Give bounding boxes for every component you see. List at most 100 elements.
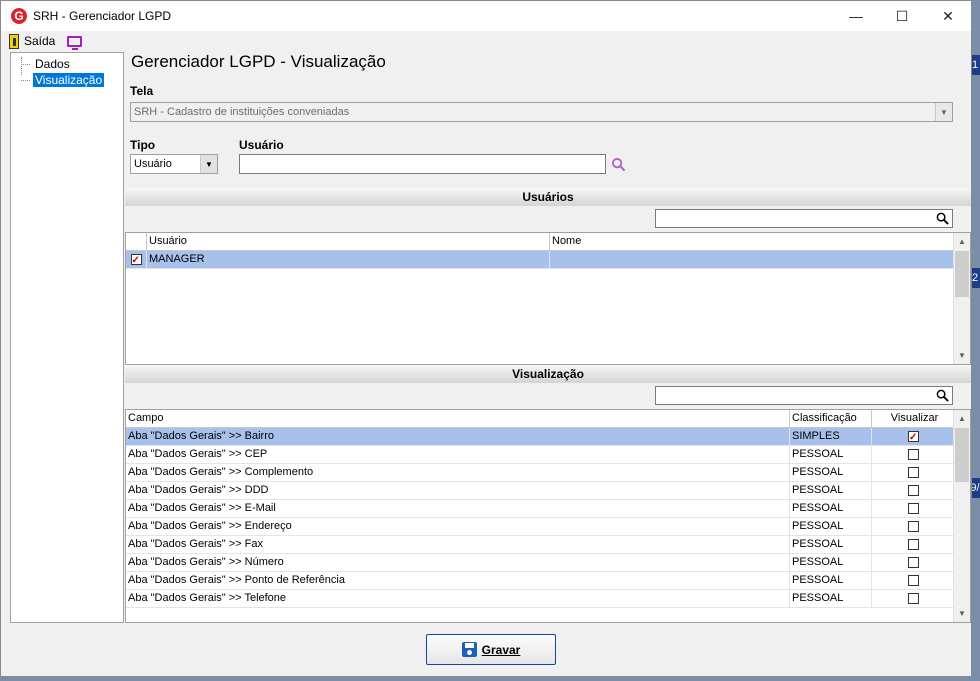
cell-visualizar[interactable] — [872, 590, 955, 607]
visualizar-checkbox[interactable] — [908, 574, 919, 586]
cell-visualizar[interactable] — [872, 482, 955, 499]
tree-item-label: Visualização — [33, 73, 105, 87]
cell-visualizar[interactable] — [872, 500, 955, 517]
cell-classificacao: PESSOAL — [790, 482, 872, 499]
table-row[interactable]: MANAGER — [126, 251, 955, 269]
row-checkbox-cell[interactable] — [126, 251, 147, 268]
visualizar-checkbox[interactable] — [908, 556, 919, 568]
cell-usuario: MANAGER — [147, 251, 550, 268]
cell-campo: Aba "Dados Gerais" >> Endereço — [126, 518, 790, 535]
tipo-select[interactable]: Usuário ▼ — [130, 154, 218, 174]
search-icon — [936, 389, 949, 402]
row-checkbox[interactable] — [130, 252, 142, 268]
exit-door-icon[interactable] — [9, 33, 19, 49]
tela-select-value: SRH - Cadastro de instituições conveniad… — [134, 106, 350, 118]
tela-select[interactable]: SRH - Cadastro de instituições conveniad… — [130, 102, 953, 122]
table-row[interactable]: Aba "Dados Gerais" >> Complemento PESSOAL — [126, 464, 955, 482]
usuarios-filter-input[interactable] — [655, 209, 953, 228]
usuarios-grid-header: Usuário Nome — [126, 233, 970, 251]
column-header-nome[interactable]: Nome — [550, 233, 955, 250]
window-title: SRH - Gerenciador LGPD — [33, 9, 172, 23]
main-panel: Gerenciador LGPD - Visualização Tela SRH… — [125, 52, 971, 623]
cell-visualizar[interactable] — [872, 554, 955, 571]
cell-classificacao: PESSOAL — [790, 554, 872, 571]
cell-visualizar[interactable] — [872, 536, 955, 553]
select-column-header — [126, 233, 147, 250]
usuario-input[interactable] — [239, 154, 606, 174]
tela-label: Tela — [130, 84, 154, 98]
scrollbar-thumb[interactable] — [955, 428, 969, 482]
scrollbar-thumb[interactable] — [955, 251, 969, 297]
scroll-up-arrow-icon[interactable]: ▲ — [954, 410, 970, 427]
visualizar-checkbox[interactable] — [908, 484, 919, 496]
visualizar-checkbox[interactable] — [908, 429, 919, 445]
cell-classificacao: PESSOAL — [790, 590, 872, 607]
column-header-campo[interactable]: Campo — [126, 410, 790, 427]
monitor-icon[interactable] — [67, 35, 83, 50]
cell-classificacao: PESSOAL — [790, 446, 872, 463]
usuarios-scrollbar[interactable]: ▲ ▼ — [953, 233, 970, 364]
tipo-label: Tipo — [130, 138, 156, 152]
cell-campo: Aba "Dados Gerais" >> Bairro — [126, 428, 790, 445]
scroll-down-arrow-icon[interactable]: ▼ — [954, 605, 970, 622]
cell-campo: Aba "Dados Gerais" >> Número — [126, 554, 790, 571]
visualizar-checkbox[interactable] — [908, 538, 919, 550]
scroll-down-arrow-icon[interactable]: ▼ — [954, 347, 970, 364]
visualizar-checkbox[interactable] — [908, 592, 919, 604]
visualizar-checkbox[interactable] — [908, 466, 919, 478]
column-header-visualizar[interactable]: Visualizar — [872, 410, 955, 427]
close-button[interactable]: ✕ — [925, 1, 971, 31]
tree-item-label: Dados — [35, 57, 70, 71]
visualizar-checkbox[interactable] — [908, 448, 919, 460]
column-header-usuario[interactable]: Usuário — [147, 233, 550, 250]
cell-visualizar[interactable] — [872, 572, 955, 589]
tree-item-dados[interactable]: Dados — [11, 56, 123, 72]
page-title: Gerenciador LGPD - Visualização — [131, 52, 386, 71]
cell-visualizar[interactable] — [872, 446, 955, 463]
cell-visualizar[interactable] — [872, 464, 955, 481]
cell-classificacao: PESSOAL — [790, 500, 872, 517]
table-row[interactable]: Aba "Dados Gerais" >> Ponto de Referênci… — [126, 572, 955, 590]
cell-campo: Aba "Dados Gerais" >> CEP — [126, 446, 790, 463]
navigation-tree: Dados Visualização — [10, 52, 124, 623]
cell-classificacao: PESSOAL — [790, 572, 872, 589]
save-button-label: Gravar — [481, 642, 521, 657]
visualizacao-section-header: Visualização — [125, 365, 971, 383]
table-row[interactable]: Aba "Dados Gerais" >> Bairro SIMPLES — [126, 428, 955, 446]
save-disk-icon — [461, 642, 477, 657]
cell-visualizar[interactable] — [872, 518, 955, 535]
visualizacao-scrollbar[interactable]: ▲ ▼ — [953, 410, 970, 622]
visualizacao-filter-input[interactable] — [655, 386, 953, 405]
cell-classificacao: PESSOAL — [790, 518, 872, 535]
cell-classificacao: PESSOAL — [790, 464, 872, 481]
visualizar-checkbox[interactable] — [908, 502, 919, 514]
cell-campo: Aba "Dados Gerais" >> Fax — [126, 536, 790, 553]
table-row[interactable]: Aba "Dados Gerais" >> Número PESSOAL — [126, 554, 955, 572]
exit-button[interactable]: Saída — [24, 34, 55, 48]
table-row[interactable]: Aba "Dados Gerais" >> DDD PESSOAL — [126, 482, 955, 500]
table-row[interactable]: Aba "Dados Gerais" >> Fax PESSOAL — [126, 536, 955, 554]
table-row[interactable]: Aba "Dados Gerais" >> Endereço PESSOAL — [126, 518, 955, 536]
cell-campo: Aba "Dados Gerais" >> Telefone — [126, 590, 790, 607]
scroll-up-arrow-icon[interactable]: ▲ — [954, 233, 970, 250]
search-icon[interactable] — [611, 157, 626, 172]
column-header-classificacao[interactable]: Classificação — [790, 410, 872, 427]
tree-item-visualizacao[interactable]: Visualização — [11, 72, 123, 88]
table-row[interactable]: Aba "Dados Gerais" >> E-Mail PESSOAL — [126, 500, 955, 518]
visualizacao-rows: Aba "Dados Gerais" >> BairroSIMPLESAba "… — [126, 428, 970, 608]
chevron-down-icon: ▼ — [935, 103, 952, 121]
cell-classificacao: PESSOAL — [790, 536, 872, 553]
cell-campo: Aba "Dados Gerais" >> E-Mail — [126, 500, 790, 517]
visualizar-checkbox[interactable] — [908, 520, 919, 532]
cell-campo: Aba "Dados Gerais" >> Ponto de Referênci… — [126, 572, 790, 589]
save-button[interactable]: Gravar — [426, 634, 556, 665]
title-bar[interactable]: G SRH - Gerenciador LGPD — ☐ ✕ — [1, 1, 971, 31]
cell-visualizar[interactable] — [872, 428, 955, 445]
maximize-button[interactable]: ☐ — [879, 1, 925, 31]
usuario-label: Usuário — [239, 138, 284, 152]
table-row[interactable]: Aba "Dados Gerais" >> Telefone PESSOAL — [126, 590, 955, 608]
minimize-button[interactable]: — — [833, 1, 879, 31]
table-row[interactable]: Aba "Dados Gerais" >> CEP PESSOAL — [126, 446, 955, 464]
cell-nome — [550, 251, 955, 268]
app-logo-icon: G — [11, 8, 27, 24]
